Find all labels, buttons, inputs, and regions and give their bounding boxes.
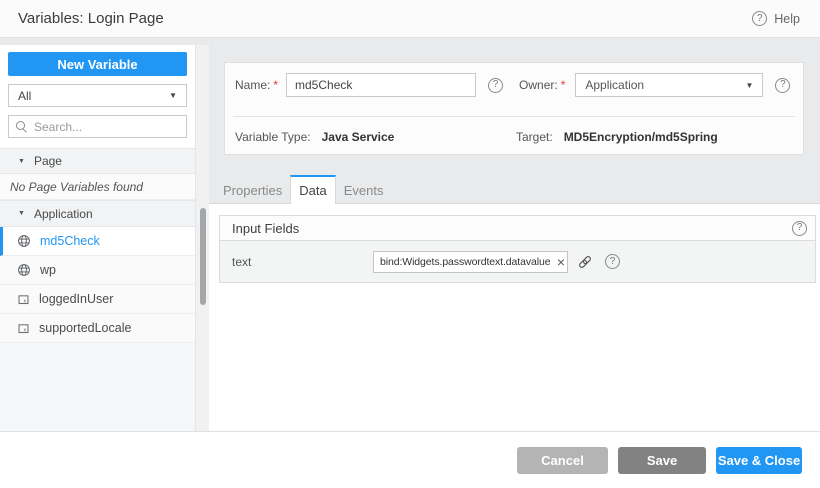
sidebar-item-label: md5Check: [40, 234, 100, 248]
page-empty-message: No Page Variables found: [0, 174, 195, 200]
input-fields-header: Input Fields ?: [220, 216, 815, 241]
service-variable-icon: [17, 234, 31, 248]
input-fields-title: Input Fields: [232, 221, 299, 236]
input-field-row: text × ?: [220, 241, 815, 282]
bind-input-wrap: ×: [373, 251, 568, 273]
sidebar-item-wp[interactable]: wp: [0, 256, 195, 285]
cancel-button[interactable]: Cancel: [517, 447, 608, 474]
variable-filter-value: All: [18, 89, 31, 103]
clear-bind-icon[interactable]: ×: [557, 252, 565, 272]
target-label: Target:: [516, 130, 553, 144]
search-icon: [16, 121, 28, 133]
bind-link-icon[interactable]: [577, 254, 593, 270]
owner-select-value: Application: [585, 78, 644, 92]
sidebar-item-supportedlocale[interactable]: x supportedLocale: [0, 314, 195, 343]
required-marker: *: [561, 78, 566, 92]
model-variable-icon: x: [17, 322, 30, 335]
main-panel: Name: * ? Owner: * Application ▼ ? Varia…: [209, 45, 820, 431]
field-label-text: text: [232, 255, 373, 269]
tab-properties[interactable]: Properties: [215, 175, 290, 203]
search-input[interactable]: [34, 120, 179, 134]
input-fields-help-icon[interactable]: ?: [792, 221, 807, 236]
name-owner-row: Name: * ? Owner: * Application ▼ ?: [235, 72, 793, 98]
owner-label: Owner:: [519, 78, 558, 92]
required-marker: *: [273, 78, 278, 92]
name-label: Name:: [235, 78, 270, 92]
service-variable-icon: [17, 263, 31, 277]
new-variable-button[interactable]: New Variable: [8, 52, 187, 76]
sidebar-item-label: loggedInUser: [39, 292, 113, 306]
variable-filter-dropdown[interactable]: All ▼: [8, 84, 187, 107]
name-help-icon[interactable]: ?: [488, 78, 503, 93]
input-fields-panel: Input Fields ? text × ?: [219, 215, 816, 283]
sidebar-controls: New Variable All ▼: [0, 45, 195, 148]
section-label-application: Application: [34, 207, 93, 221]
help-qmark-icon: ?: [752, 11, 767, 26]
variables-sidebar: New Variable All ▼ ▼ Page No Page Variab…: [0, 45, 195, 431]
chevron-down-icon: ▼: [169, 91, 177, 100]
section-header-page[interactable]: ▼ Page: [0, 148, 195, 174]
tab-bar: Properties Data Events: [209, 175, 820, 204]
tab-data[interactable]: Data: [290, 175, 335, 204]
section-caret-icon: ▼: [18, 158, 25, 165]
target-value: MD5Encryption/md5Spring: [564, 130, 718, 144]
search-box: [8, 115, 187, 138]
save-button[interactable]: Save: [618, 447, 706, 474]
sidebar-item-label: supportedLocale: [39, 321, 131, 335]
owner-select[interactable]: Application ▼: [575, 73, 763, 97]
svg-text:x: x: [24, 298, 27, 304]
variable-summary-card: Name: * ? Owner: * Application ▼ ? Varia…: [224, 62, 804, 155]
sidebar-item-md5check[interactable]: md5Check: [0, 227, 195, 256]
variable-type-value: Java Service: [322, 130, 395, 144]
name-input[interactable]: [286, 73, 476, 97]
svg-text:x: x: [24, 327, 27, 333]
sidebar-filler: [0, 343, 195, 431]
dialog-footer: Cancel Save Save & Close: [0, 431, 820, 488]
bind-value-input[interactable]: [373, 251, 568, 273]
help-label: Help: [774, 12, 800, 26]
save-and-close-button[interactable]: Save & Close: [716, 447, 802, 474]
card-divider: [233, 116, 795, 117]
sidebar-item-loggedinuser[interactable]: x loggedInUser: [0, 285, 195, 314]
chevron-down-icon: ▼: [745, 81, 753, 90]
bind-help-icon[interactable]: ?: [605, 254, 620, 269]
help-link[interactable]: ? Help: [752, 11, 800, 26]
sidebar-scrollbar-thumb[interactable]: [200, 208, 206, 305]
sidebar-scrollbar-track[interactable]: [195, 45, 209, 431]
owner-help-icon[interactable]: ?: [775, 78, 790, 93]
page-title: Variables: Login Page: [18, 10, 164, 27]
section-label-page: Page: [34, 154, 62, 168]
tab-content: Input Fields ? text × ?: [209, 204, 820, 431]
type-target-row: Variable Type: Java Service Target: MD5E…: [235, 125, 793, 149]
section-header-application[interactable]: ▼ Application: [0, 200, 195, 227]
section-caret-icon: ▼: [18, 210, 25, 217]
model-variable-icon: x: [17, 293, 30, 306]
variable-type-label: Variable Type:: [235, 130, 311, 144]
sidebar-item-label: wp: [40, 263, 56, 277]
tab-events[interactable]: Events: [336, 175, 392, 203]
dialog-header: Variables: Login Page ? Help: [0, 0, 820, 38]
